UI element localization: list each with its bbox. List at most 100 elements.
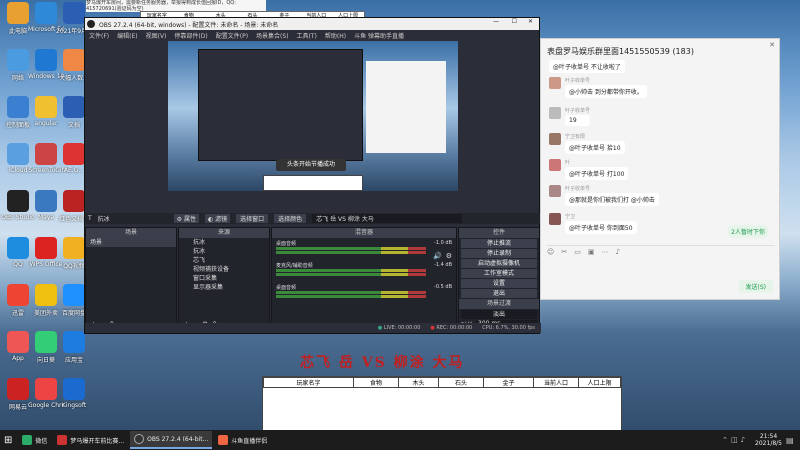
select-color-button[interactable]: 选择颜色 [274, 214, 307, 223]
mixer-track: 桌面音频 -0.5 dB [272, 278, 456, 300]
volume-meter [276, 251, 426, 254]
message-bubble: @小帅击 到分都带你开收。 [565, 85, 647, 98]
menu-douyu[interactable]: 斗鱼 弹幕助手直播 [354, 31, 404, 40]
menu-profile[interactable]: 配置文件(P) [216, 31, 248, 40]
app-icon [35, 378, 57, 400]
more-icon[interactable]: ⋯ [601, 248, 608, 256]
live-status: ● LIVE: 00:00:00 [377, 325, 421, 331]
studio-mode-button[interactable]: 工作室模式 [461, 269, 537, 278]
score-col-header: 当前人口 [533, 377, 579, 388]
maximize-icon[interactable]: ☐ [512, 18, 517, 25]
obs-menubar: 文件(F) 编辑(E) 视图(V) 停靠部件(D) 配置文件(P) 场景集合(S… [85, 30, 539, 40]
menu-file[interactable]: 文件(F) [89, 31, 109, 40]
app-icon [35, 2, 57, 24]
clock[interactable]: 21:54 2021/8/5 [751, 433, 786, 447]
app-icon [35, 284, 57, 306]
source-item[interactable]: 视频捕获设备 [179, 265, 269, 274]
menu-help[interactable]: 帮助(H) [325, 31, 346, 40]
chat-title: 表盘罗马娱乐群里面1451550539 (183) [547, 47, 694, 56]
scenes-dock: 场景 场景 + − ⌃ ⌄ [85, 227, 177, 332]
desktop-icon[interactable]: 应用宝 [56, 331, 92, 364]
scene-item[interactable]: 场景 [86, 238, 176, 247]
douyu-icon [218, 435, 229, 445]
desktop-icon-label: Kingsoft [61, 402, 87, 409]
network-icon[interactable]: ◫ [731, 436, 738, 444]
source-item[interactable]: 芯飞 [179, 256, 269, 265]
settings-button[interactable]: 设置 [461, 279, 537, 288]
taskbar-item[interactable]: 梦马爆开车前比赛... [53, 431, 128, 449]
app-icon [7, 143, 29, 165]
taskbar-item-obs[interactable]: OBS 27.2.4 (64-bit... [130, 431, 213, 449]
qq-chat-window[interactable]: 表盘罗马娱乐群里面1451550539 (183) ✕ @叶子收单号 不让收啦了… [540, 38, 780, 300]
menu-tools[interactable]: 工具(T) [297, 31, 317, 40]
exit-button[interactable]: 退出 [461, 289, 537, 298]
wechat-icon [22, 435, 33, 445]
obs-icon [134, 434, 145, 444]
score-col-header: 人口上限 [578, 377, 621, 388]
start-button[interactable]: ⊞ [0, 431, 16, 449]
tray-icons[interactable]: ⌃ ◫ ♪ [718, 431, 749, 449]
rec-status: ● REC: 00:00:00 [430, 325, 473, 331]
desktop-icon[interactable]: Kingsoft [56, 378, 92, 409]
obs-window[interactable]: OBS 27.2.4 (64-bit, windows) - 配置文件: 未命名… [84, 17, 541, 334]
app-icon [35, 143, 57, 165]
score-col-header: 石头 [438, 377, 484, 388]
chat-message: 宁卫有限 @叶子收单号 拾10 [549, 133, 625, 154]
folder-icon[interactable]: ▭ [574, 248, 581, 256]
obs-statusbar: ● LIVE: 00:00:00 ● REC: 00:00:00 CPU: 6.… [85, 323, 541, 333]
taskbar-item[interactable]: 微信 [18, 431, 51, 449]
volume-icon[interactable]: ♪ [741, 436, 745, 444]
track-db: -1.4 dB [434, 262, 452, 268]
app-icon [63, 96, 85, 118]
taskbar: ⊞ 微信 梦马爆开车前比赛... OBS 27.2.4 (64-bit... 斗… [0, 430, 800, 450]
image-icon[interactable]: ▣ [588, 248, 595, 256]
close-icon[interactable]: ✕ [528, 18, 533, 25]
new-messages-badge[interactable]: 2人暂时下你 [727, 225, 769, 238]
transition-select[interactable]: 淡出 [461, 310, 537, 319]
filters-button[interactable]: ◐ 滤镜 [204, 214, 231, 223]
stop-recording-button[interactable]: 停止录制 [461, 249, 537, 258]
gear-icon[interactable]: ⚙ [446, 252, 452, 260]
speaker-icon[interactable]: 🔊 [433, 252, 442, 260]
menu-view[interactable]: 视图(V) [146, 31, 167, 40]
app-icon [63, 284, 85, 306]
sender-name: 叶子收单号 [565, 108, 591, 114]
app-icon [63, 378, 85, 400]
avatar [549, 185, 561, 197]
microphone-icon[interactable]: ♪ [615, 248, 619, 256]
app-icon [35, 237, 57, 259]
select-window-button[interactable]: 选择窗口 [236, 214, 269, 223]
menu-docks[interactable]: 停靠部件(D) [174, 31, 207, 40]
minimize-icon[interactable]: — [493, 18, 499, 25]
send-button[interactable]: 发送(S) [738, 280, 773, 293]
track-db: -0.5 dB [434, 284, 452, 290]
properties-button[interactable]: ⚙ 属性 [173, 214, 199, 223]
score-col-header: 食物 [353, 377, 399, 388]
source-item[interactable]: 抗冰 [179, 238, 269, 247]
sender-name: 宁卫 [565, 214, 576, 220]
scene-text-field[interactable]: 芯飞 岳 VS 柳涂 大马 [312, 214, 463, 223]
preview-table [263, 175, 363, 191]
emoji-icon[interactable]: ☺ [547, 248, 554, 256]
obs-title-text: OBS 27.2.4 (64-bit, windows) - 配置文件: 未命名… [99, 21, 279, 29]
menu-edit[interactable]: 编辑(E) [117, 31, 137, 40]
close-icon[interactable]: ✕ [769, 41, 775, 49]
stop-streaming-button[interactable]: 停止推流 [461, 239, 537, 248]
sources-header: 来源 [179, 228, 269, 238]
source-item[interactable]: 显示器采集 [179, 283, 269, 292]
filters-label: 滤镜 [215, 216, 228, 223]
source-item[interactable]: 窗口采集 [179, 274, 269, 283]
avatar [549, 107, 561, 119]
app-icon [63, 190, 85, 212]
virtual-camera-button[interactable]: 启动虚拟摄像机 [461, 259, 537, 268]
source-item[interactable]: 抗冰 [179, 247, 269, 256]
scissors-icon[interactable]: ✂ [561, 248, 567, 256]
message-bubble: @叶子收单号 不让收啦了 [549, 60, 625, 73]
chevron-up-icon[interactable]: ⌃ [722, 436, 728, 444]
menu-scene-collection[interactable]: 场景集合(S) [256, 31, 289, 40]
notification-icon[interactable]: ▤ [786, 436, 800, 445]
taskbar-label: OBS 27.2.4 (64-bit... [147, 435, 209, 443]
taskbar-item[interactable]: 斗鱼直播伴侣 [214, 431, 271, 449]
obs-preview[interactable]: 头条开始节播成功 [168, 41, 458, 191]
source-toolbar: T 抗冰 ⚙ 属性 ◐ 滤镜 选择窗口 选择颜色 芯飞 岳 VS 柳涂 大马 [85, 213, 541, 224]
